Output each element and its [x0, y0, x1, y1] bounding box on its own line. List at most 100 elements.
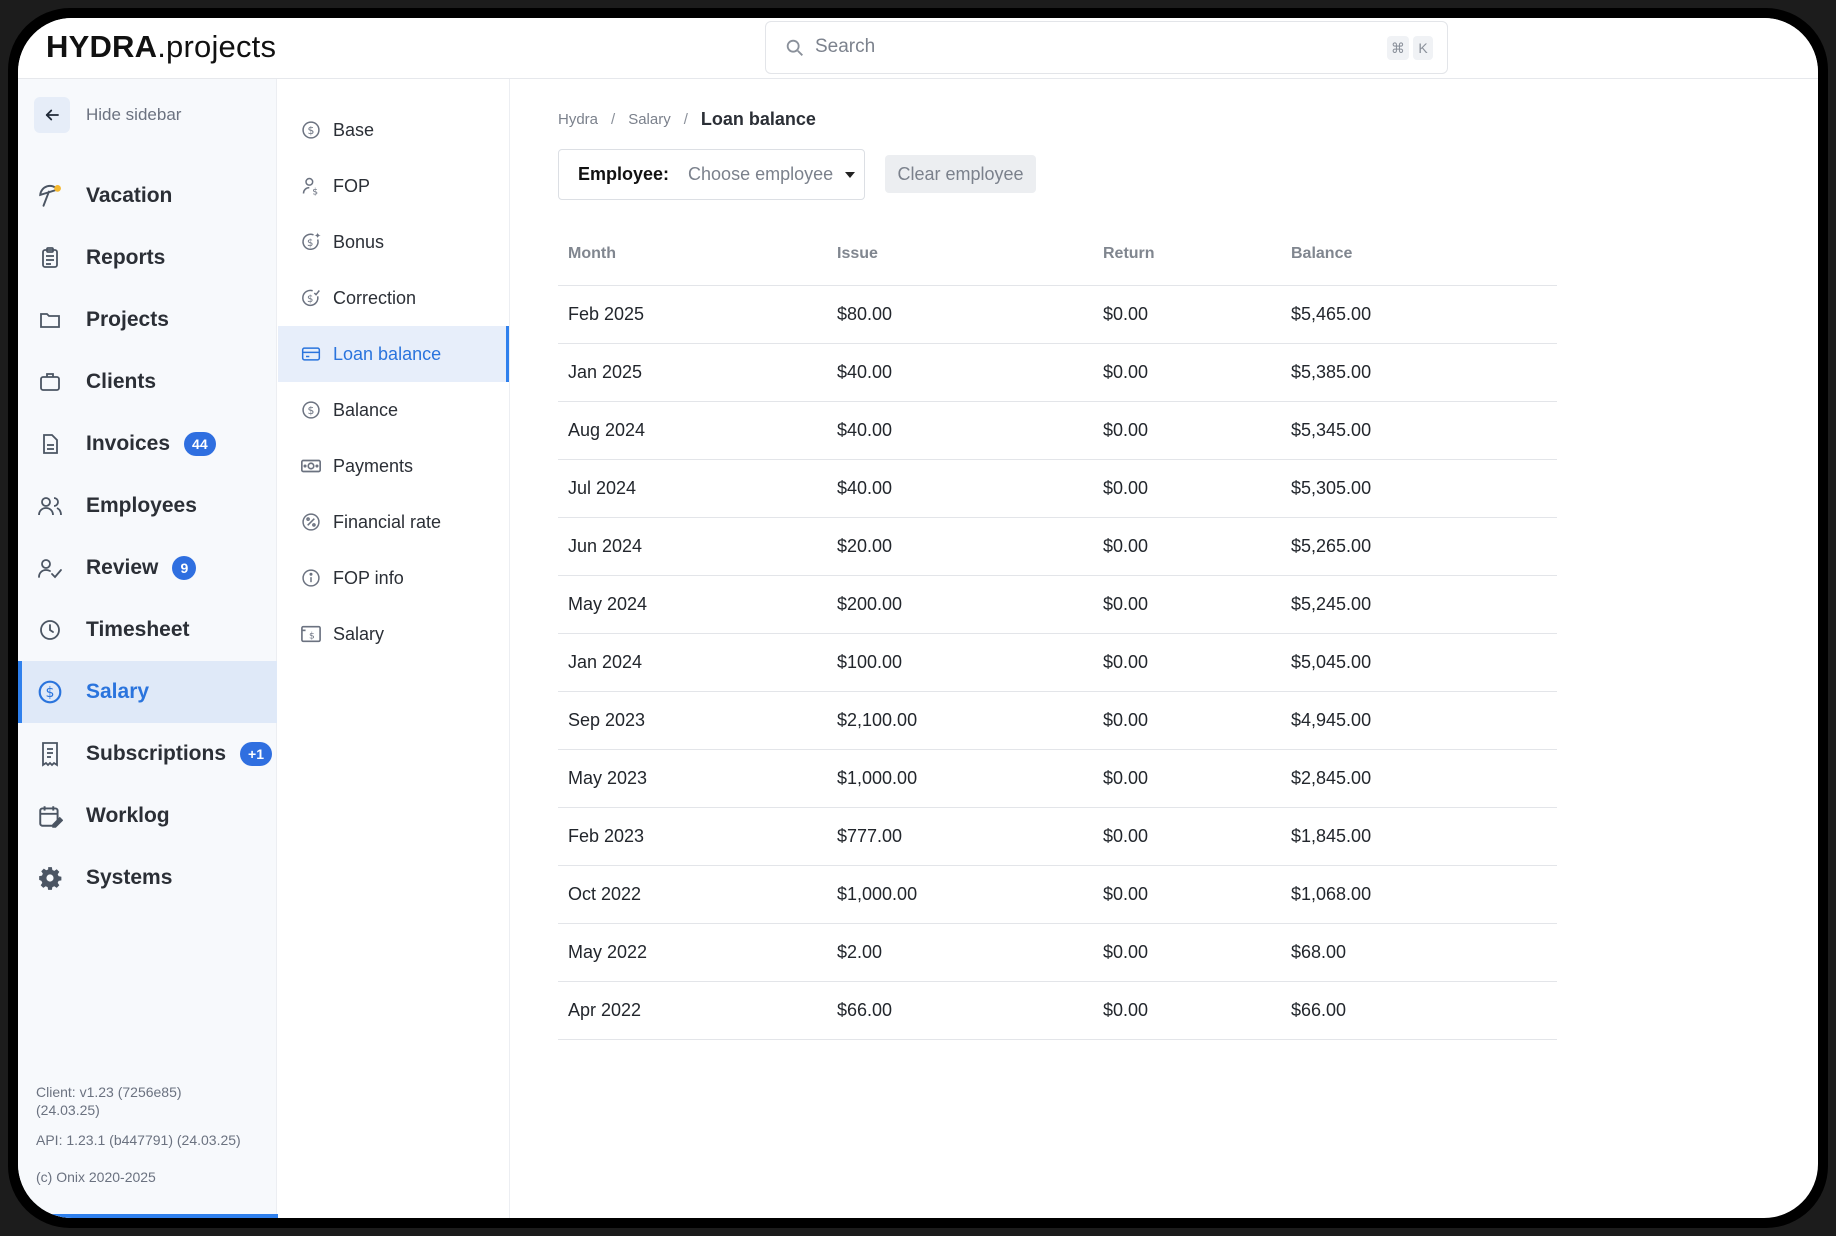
- sidebar-item-review[interactable]: Review 9: [18, 537, 277, 599]
- receipt-icon: [36, 740, 64, 768]
- briefcase-icon: [36, 368, 64, 396]
- cell-month: May 2023: [558, 749, 827, 808]
- client-version-date: (24.03.25): [36, 1102, 100, 1118]
- cell-issue: $40.00: [827, 459, 1093, 518]
- subnav-item-base[interactable]: $ Base: [278, 102, 509, 158]
- hide-sidebar-button[interactable]: Hide sidebar: [34, 96, 181, 134]
- sidebar-item-subscriptions[interactable]: Subscriptions +1: [18, 723, 277, 785]
- cell-issue: $200.00: [827, 575, 1093, 634]
- table-row: Jan 2025 $40.00 $0.00 $5,385.00: [558, 343, 1557, 402]
- cell-month: May 2022: [558, 923, 827, 982]
- sidebar-item-invoices[interactable]: Invoices 44: [18, 413, 277, 475]
- cell-issue: $777.00: [827, 807, 1093, 866]
- cell-balance: $5,345.00: [1281, 401, 1557, 460]
- card-icon: [300, 343, 322, 365]
- cell-balance: $1,068.00: [1281, 865, 1557, 924]
- loan-balance-table: Month Issue Return Balance Feb 2025 $80.0…: [558, 223, 1557, 1040]
- search-input[interactable]: Search ⌘ K: [765, 21, 1448, 74]
- subnav-item-bonus[interactable]: $ ✦ Bonus: [278, 214, 509, 270]
- sidebar-item-label: Projects: [86, 308, 169, 331]
- search-placeholder: Search: [815, 36, 876, 57]
- cell-return: $0.00: [1093, 691, 1281, 750]
- sidebar-item-worklog[interactable]: Worklog: [18, 785, 277, 847]
- caret-down-icon: [845, 171, 856, 178]
- sidebar-item-vacation[interactable]: Vacation: [18, 165, 277, 227]
- table-row: May 2023 $1,000.00 $0.00 $2,845.00: [558, 749, 1557, 808]
- sidebar-item-label: Review: [86, 556, 159, 579]
- subnav-item-fop-info[interactable]: FOP info: [278, 550, 509, 606]
- cell-issue: $2,100.00: [827, 691, 1093, 750]
- subnav-item-correction[interactable]: $ Correction: [278, 270, 509, 326]
- subnav-item-label: Base: [333, 119, 375, 140]
- subnav-item-label: Financial rate: [333, 511, 442, 532]
- subnav-item-balance[interactable]: $ Balance: [278, 382, 509, 438]
- clipboard-icon: [36, 244, 64, 272]
- cell-issue: $20.00: [827, 517, 1093, 576]
- clear-employee-button[interactable]: Clear employee: [885, 155, 1036, 193]
- subnav-item-salary[interactable]: $ Salary: [278, 606, 509, 662]
- cell-return: $0.00: [1093, 459, 1281, 518]
- logo-bold: HYDRA: [46, 29, 158, 64]
- cell-balance: $5,245.00: [1281, 575, 1557, 634]
- users-icon: [36, 492, 64, 520]
- app-window: HYDRA.projects Search ⌘ K Hide sidebar V…: [18, 18, 1818, 1218]
- sidebar-item-projects[interactable]: Projects: [18, 289, 277, 351]
- cell-balance: $5,305.00: [1281, 459, 1557, 518]
- employee-select[interactable]: Employee: Choose employee: [558, 149, 865, 200]
- table-row: Feb 2023 $777.00 $0.00 $1,845.00: [558, 807, 1557, 866]
- employee-label: Employee:: [578, 164, 670, 184]
- dollar-circle-icon: $: [300, 119, 322, 141]
- cell-issue: $66.00: [827, 981, 1093, 1040]
- cell-month: Apr 2022: [558, 981, 827, 1040]
- subnav-item-loan-balance[interactable]: Loan balance: [278, 326, 509, 382]
- review-count-badge: 9: [172, 556, 197, 580]
- breadcrumb-hydra[interactable]: Hydra: [558, 111, 598, 128]
- subnav-item-label: FOP info: [333, 567, 404, 588]
- cell-balance: $68.00: [1281, 923, 1557, 982]
- table-row: Feb 2025 $80.00 $0.00 $5,465.00: [558, 285, 1557, 344]
- employee-value: Choose employee: [688, 164, 834, 184]
- sidebar-item-label: Systems: [86, 866, 173, 889]
- shortcut-key: K: [1413, 36, 1433, 60]
- cell-issue: $40.00: [827, 401, 1093, 460]
- sidebar-item-timesheet[interactable]: Timesheet: [18, 599, 277, 661]
- subnav-item-financial-rate[interactable]: Financial rate: [278, 494, 509, 550]
- sidebar-item-employees[interactable]: Employees: [18, 475, 277, 537]
- cell-issue: $100.00: [827, 633, 1093, 692]
- sidebar-item-label: Clients: [86, 370, 157, 393]
- sidebar-item-systems[interactable]: Systems: [18, 847, 277, 909]
- breadcrumb-salary[interactable]: Salary: [628, 111, 671, 128]
- cell-issue: $80.00: [827, 285, 1093, 344]
- subnav-item-label: Balance: [333, 399, 399, 420]
- column-header-balance: Balance: [1281, 223, 1557, 286]
- sidebar-item-clients[interactable]: Clients: [18, 351, 277, 413]
- sidebar-item-reports[interactable]: Reports: [18, 227, 277, 289]
- sidebar-item-label: Vacation: [86, 184, 173, 207]
- sidebar-item-salary[interactable]: $ Salary: [18, 661, 277, 723]
- page-title: Loan balance: [700, 109, 816, 129]
- subnav-item-fop[interactable]: $ FOP: [278, 158, 509, 214]
- breadcrumb: Hydra / Salary / Loan balance: [558, 109, 816, 130]
- cell-month: Aug 2024: [558, 401, 827, 460]
- invoices-count-badge: 44: [184, 432, 216, 456]
- subnav-item-payments[interactable]: Payments: [278, 438, 509, 494]
- table-row: Aug 2024 $40.00 $0.00 $5,345.00: [558, 401, 1557, 460]
- cell-balance: $66.00: [1281, 981, 1557, 1040]
- cell-return: $0.00: [1093, 401, 1281, 460]
- sidebar-item-label: Salary: [86, 680, 150, 703]
- cell-balance: $5,385.00: [1281, 343, 1557, 402]
- svg-text:$: $: [307, 238, 313, 249]
- cell-balance: $5,465.00: [1281, 285, 1557, 344]
- sidebar-item-label: Reports: [86, 246, 166, 269]
- app-logo[interactable]: HYDRA.projects: [46, 29, 276, 65]
- subnav-item-label: FOP: [333, 175, 371, 196]
- cell-month: Oct 2022: [558, 865, 827, 924]
- table-row: May 2022 $2.00 $0.00 $68.00: [558, 923, 1557, 982]
- cell-balance: $4,945.00: [1281, 691, 1557, 750]
- table-row: Jul 2024 $40.00 $0.00 $5,305.00: [558, 459, 1557, 518]
- version-info: Client: v1.23 (7256e85) (24.03.25) API: …: [36, 1083, 241, 1186]
- subnav-item-label: Bonus: [333, 231, 385, 252]
- column-header-month: Month: [558, 223, 827, 286]
- search-icon: [786, 39, 803, 56]
- column-header-return: Return: [1093, 223, 1281, 286]
